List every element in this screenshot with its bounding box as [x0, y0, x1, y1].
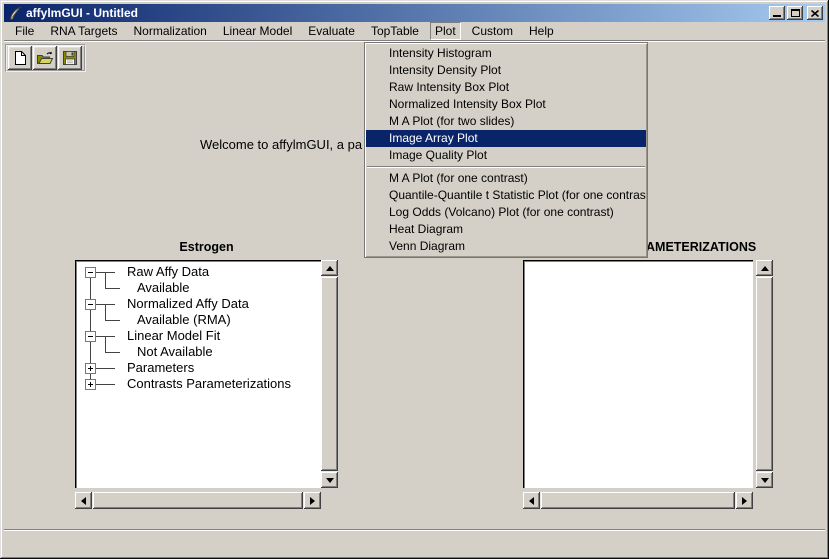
menu-linear-model[interactable]: Linear Model: [218, 22, 297, 40]
tree-line: [105, 336, 106, 352]
window-title: affylmGUI - Untitled: [26, 4, 767, 22]
tree-node-linear-model-fit[interactable]: Linear Model Fit: [127, 328, 220, 344]
menu-item-ma-plot-one-contrast[interactable]: M A Plot (for one contrast): [366, 170, 646, 187]
feather-icon: [7, 6, 23, 21]
tree-line: [105, 304, 106, 320]
tree-node-parameters[interactable]: Parameters: [127, 360, 194, 376]
scrollbar-thumb[interactable]: [93, 492, 303, 509]
menu-item-qq-t-statistic-plot[interactable]: Quantile-Quantile t Statistic Plot (for …: [366, 187, 646, 204]
right-panel-title-partial: AMETERIZATIONS: [646, 240, 756, 254]
save-icon: [62, 50, 78, 66]
arrow-up-icon: [326, 266, 334, 271]
scroll-down-button[interactable]: [756, 472, 773, 488]
scrollbar-thumb[interactable]: [541, 492, 735, 509]
app-window: affylmGUI - Untitled File RNA Targets No…: [0, 0, 829, 559]
tree-node-raw-affy-data[interactable]: Raw Affy Data: [127, 264, 209, 280]
menu-plot[interactable]: Plot: [430, 22, 461, 40]
arrow-right-icon: [742, 497, 747, 505]
right-horizontal-scrollbar[interactable]: [523, 492, 753, 509]
menu-separator: [367, 166, 645, 168]
status-bar: [4, 532, 825, 553]
menu-file[interactable]: File: [10, 22, 39, 40]
arrow-up-icon: [761, 266, 769, 271]
tree-line: [96, 384, 115, 385]
menu-item-log-odds-volcano-plot[interactable]: Log Odds (Volcano) Plot (for one contras…: [366, 204, 646, 221]
open-folder-icon: [36, 50, 54, 66]
minimize-button[interactable]: [769, 6, 785, 20]
scroll-right-button[interactable]: [736, 492, 753, 509]
menu-item-intensity-density-plot[interactable]: Intensity Density Plot: [366, 62, 646, 79]
tree-line: [96, 368, 115, 369]
close-icon: [811, 10, 819, 17]
menu-item-heat-diagram[interactable]: Heat Diagram: [366, 221, 646, 238]
open-file-button[interactable]: [33, 46, 57, 70]
scroll-right-button[interactable]: [304, 492, 321, 509]
menu-custom[interactable]: Custom: [467, 22, 518, 40]
scrollbar-thumb[interactable]: [756, 277, 773, 471]
arrow-right-icon: [310, 497, 315, 505]
close-button[interactable]: [807, 6, 823, 20]
scroll-up-button[interactable]: [756, 260, 773, 276]
status-tree: Raw Affy Data Available Normalized Affy …: [77, 262, 319, 486]
new-document-icon: [12, 50, 28, 66]
menu-evaluate[interactable]: Evaluate: [303, 22, 360, 40]
tree-node-available[interactable]: Available: [137, 280, 190, 296]
menu-toptable[interactable]: TopTable: [366, 22, 424, 40]
title-bar[interactable]: affylmGUI - Untitled: [4, 4, 825, 22]
menu-bar: File RNA Targets Normalization Linear Mo…: [4, 22, 825, 40]
contrasts-listbox[interactable]: [523, 260, 753, 488]
save-button[interactable]: [58, 46, 82, 70]
tree-line: [105, 320, 120, 321]
menu-item-normalized-intensity-box-plot[interactable]: Normalized Intensity Box Plot: [366, 96, 646, 113]
tree-node-contrasts-parameterizations[interactable]: Contrasts Parameterizations: [127, 376, 291, 392]
menu-rna-targets[interactable]: RNA Targets: [45, 22, 122, 40]
menu-item-image-array-plot[interactable]: Image Array Plot: [366, 130, 646, 147]
menu-item-venn-diagram[interactable]: Venn Diagram: [366, 238, 646, 255]
right-vertical-scrollbar[interactable]: [756, 260, 773, 488]
maximize-icon: [791, 9, 800, 17]
tree-line: [105, 352, 120, 353]
menu-item-ma-plot-two-slides[interactable]: M A Plot (for two slides): [366, 113, 646, 130]
collapse-toggle-raw-affy-data[interactable]: [85, 267, 96, 278]
expand-toggle-contrasts-parameterizations[interactable]: [85, 379, 96, 390]
tree-line: [105, 272, 106, 288]
left-vertical-scrollbar[interactable]: [321, 260, 338, 488]
menu-item-raw-intensity-box-plot[interactable]: Raw Intensity Box Plot: [366, 79, 646, 96]
plot-dropdown-menu: Intensity Histogram Intensity Density Pl…: [364, 42, 648, 258]
status-tree-listbox[interactable]: Raw Affy Data Available Normalized Affy …: [75, 260, 321, 488]
menu-item-image-quality-plot[interactable]: Image Quality Plot: [366, 147, 646, 164]
arrow-left-icon: [529, 497, 534, 505]
scroll-down-button[interactable]: [321, 472, 338, 488]
scroll-up-button[interactable]: [321, 260, 338, 276]
client-bottom-separator: [4, 529, 825, 531]
arrow-down-icon: [326, 478, 334, 483]
scroll-left-button[interactable]: [75, 492, 92, 509]
arrow-left-icon: [81, 497, 86, 505]
tree-node-available-rma[interactable]: Available (RMA): [137, 312, 231, 328]
scroll-left-button[interactable]: [523, 492, 540, 509]
menu-item-intensity-histogram[interactable]: Intensity Histogram: [366, 45, 646, 62]
toolbar: [5, 44, 86, 72]
tree-node-not-available[interactable]: Not Available: [137, 344, 213, 360]
menu-help[interactable]: Help: [524, 22, 559, 40]
tree-line: [105, 288, 120, 289]
welcome-text: Welcome to affylmGUI, a pa: [200, 137, 362, 152]
new-file-button[interactable]: [8, 46, 32, 70]
collapse-toggle-linear-model-fit[interactable]: [85, 331, 96, 342]
minimize-icon: [773, 15, 781, 17]
arrow-down-icon: [761, 478, 769, 483]
left-panel-title: Estrogen: [75, 240, 338, 254]
scrollbar-thumb[interactable]: [321, 277, 338, 471]
left-horizontal-scrollbar[interactable]: [75, 492, 321, 509]
collapse-toggle-normalized-affy-data[interactable]: [85, 299, 96, 310]
menu-normalization[interactable]: Normalization: [129, 22, 212, 40]
maximize-button[interactable]: [787, 6, 803, 20]
expand-toggle-parameters[interactable]: [85, 363, 96, 374]
tree-node-normalized-affy-data[interactable]: Normalized Affy Data: [127, 296, 249, 312]
